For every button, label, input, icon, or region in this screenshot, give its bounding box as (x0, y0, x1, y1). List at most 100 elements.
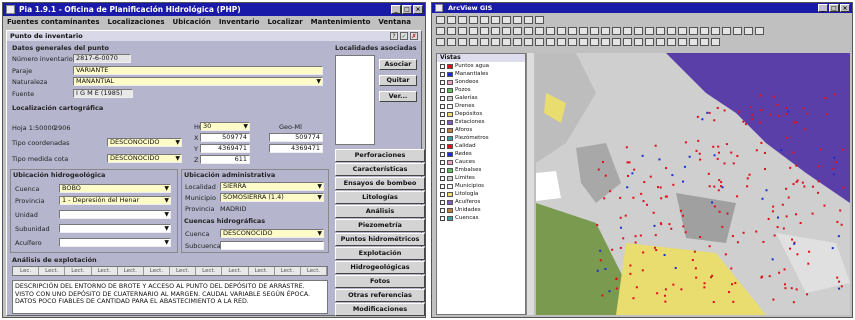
map-point[interactable] (717, 189, 720, 192)
map-point[interactable] (697, 139, 700, 142)
map-point[interactable] (720, 181, 723, 184)
menu-tool-icon[interactable] (535, 16, 544, 24)
legend-item[interactable]: Litología (437, 190, 525, 198)
tool-tool-icon[interactable] (667, 38, 676, 46)
tool-tool-icon[interactable] (568, 38, 577, 46)
map-point[interactable] (784, 287, 787, 290)
tool-tool-icon[interactable] (634, 38, 643, 46)
map-point[interactable] (718, 210, 721, 213)
map-point[interactable] (818, 165, 821, 168)
map-point[interactable] (656, 186, 659, 189)
map-point[interactable] (795, 121, 798, 124)
unit-select[interactable]: ▼ (59, 210, 171, 219)
toolbar-tool-icon[interactable] (568, 27, 577, 35)
map-point[interactable] (792, 151, 795, 154)
legend-scrollbar[interactable] (526, 53, 534, 315)
map-point[interactable] (633, 168, 636, 171)
map-point[interactable] (746, 177, 749, 180)
map-point[interactable] (730, 267, 733, 270)
map-point[interactable] (776, 216, 779, 219)
map-point[interactable] (839, 209, 842, 212)
legend-item[interactable]: Municipios (437, 182, 525, 190)
map-point[interactable] (619, 196, 622, 199)
map-point[interactable] (691, 259, 694, 262)
chevron-down-icon[interactable]: ▼ (164, 185, 169, 192)
toolbar-tool-icon[interactable] (513, 27, 522, 35)
map-point[interactable] (795, 288, 798, 291)
map-point[interactable] (716, 157, 719, 160)
map-point[interactable] (776, 103, 779, 106)
map-point[interactable] (624, 214, 627, 217)
map-point[interactable] (726, 212, 729, 215)
map-point[interactable] (619, 246, 622, 249)
map-point[interactable] (694, 267, 697, 270)
map-point[interactable] (646, 203, 649, 206)
legend-item[interactable]: Galerías (437, 94, 525, 102)
map-point[interactable] (803, 128, 806, 131)
chevron-down-icon[interactable]: ▼ (316, 78, 321, 85)
map-point[interactable] (759, 121, 762, 124)
toolbar-tool-icon[interactable] (634, 27, 643, 35)
grid-column-header[interactable]: Lect. (92, 267, 118, 275)
map-point[interactable] (615, 278, 618, 281)
toolbar-tool-icon[interactable] (557, 27, 566, 35)
tool-tool-icon[interactable] (458, 38, 467, 46)
toolbar-tool-icon[interactable] (469, 27, 478, 35)
map-point[interactable] (713, 205, 716, 208)
gis-maximize-button[interactable]: □ (829, 4, 839, 12)
map-point[interactable] (767, 217, 770, 220)
x-geo-field[interactable]: 509774 (269, 133, 323, 142)
map-point[interactable] (615, 287, 618, 290)
map-point[interactable] (655, 249, 658, 252)
map-point[interactable] (640, 192, 643, 195)
side-button-10[interactable]: Otras referencias (335, 289, 425, 302)
map-point[interactable] (716, 106, 719, 109)
map-point[interactable] (653, 224, 656, 227)
tool-tool-icon[interactable] (678, 38, 687, 46)
map-point[interactable] (730, 283, 733, 286)
map-point[interactable] (672, 183, 675, 186)
map-point[interactable] (603, 197, 606, 200)
map-point[interactable] (682, 225, 685, 228)
legend-item[interactable]: Depósitos (437, 110, 525, 118)
layer-checkbox[interactable] (440, 103, 445, 109)
description-memo[interactable]: DESCRIPCIÓN DEL ENTORNO DE BROTE Y ACCES… (12, 280, 328, 314)
menu-tool-icon[interactable] (502, 16, 511, 24)
grid-column-header[interactable]: Lect. (144, 267, 171, 275)
toolbar-tool-icon[interactable] (689, 27, 698, 35)
map-point[interactable] (628, 161, 631, 164)
map-point[interactable] (749, 106, 752, 109)
toolbar-tool-icon[interactable] (755, 27, 764, 35)
map-point[interactable] (787, 196, 790, 199)
map-point[interactable] (684, 141, 687, 144)
map-point[interactable] (695, 276, 698, 279)
legend-item[interactable]: Calidad (437, 142, 525, 150)
map-point[interactable] (785, 187, 788, 190)
menu-item-5[interactable]: Mantenimiento (311, 16, 371, 28)
tool-tool-icon[interactable] (711, 38, 720, 46)
side-button-1[interactable]: Características (335, 163, 425, 176)
map-point[interactable] (755, 149, 758, 152)
remove-button[interactable]: Quitar (379, 75, 417, 86)
layer-checkbox[interactable] (440, 87, 445, 93)
map-point[interactable] (639, 234, 642, 237)
menu-tool-icon[interactable] (447, 16, 456, 24)
map-point[interactable] (736, 195, 739, 198)
grid-column-header[interactable]: Lect. (301, 267, 327, 275)
nature-select[interactable]: MANANTIAL ▼ (73, 77, 323, 86)
map-point[interactable] (708, 185, 711, 188)
map-point[interactable] (837, 235, 840, 238)
aquifer-select[interactable]: ▼ (59, 238, 171, 247)
toolbar-tool-icon[interactable] (711, 27, 720, 35)
map-point[interactable] (771, 258, 774, 261)
map-point[interactable] (671, 174, 674, 177)
layer-checkbox[interactable] (440, 159, 445, 165)
legend-item[interactable]: Unidades (437, 206, 525, 214)
map-point[interactable] (631, 172, 634, 175)
grid-column-header[interactable]: Lect. (275, 267, 301, 275)
grid-column-header[interactable]: Lect. (39, 267, 66, 275)
map-point[interactable] (781, 203, 784, 206)
legend-item[interactable]: Acuíferos (437, 198, 525, 206)
layer-checkbox[interactable] (440, 199, 445, 205)
map-point[interactable] (713, 119, 716, 122)
